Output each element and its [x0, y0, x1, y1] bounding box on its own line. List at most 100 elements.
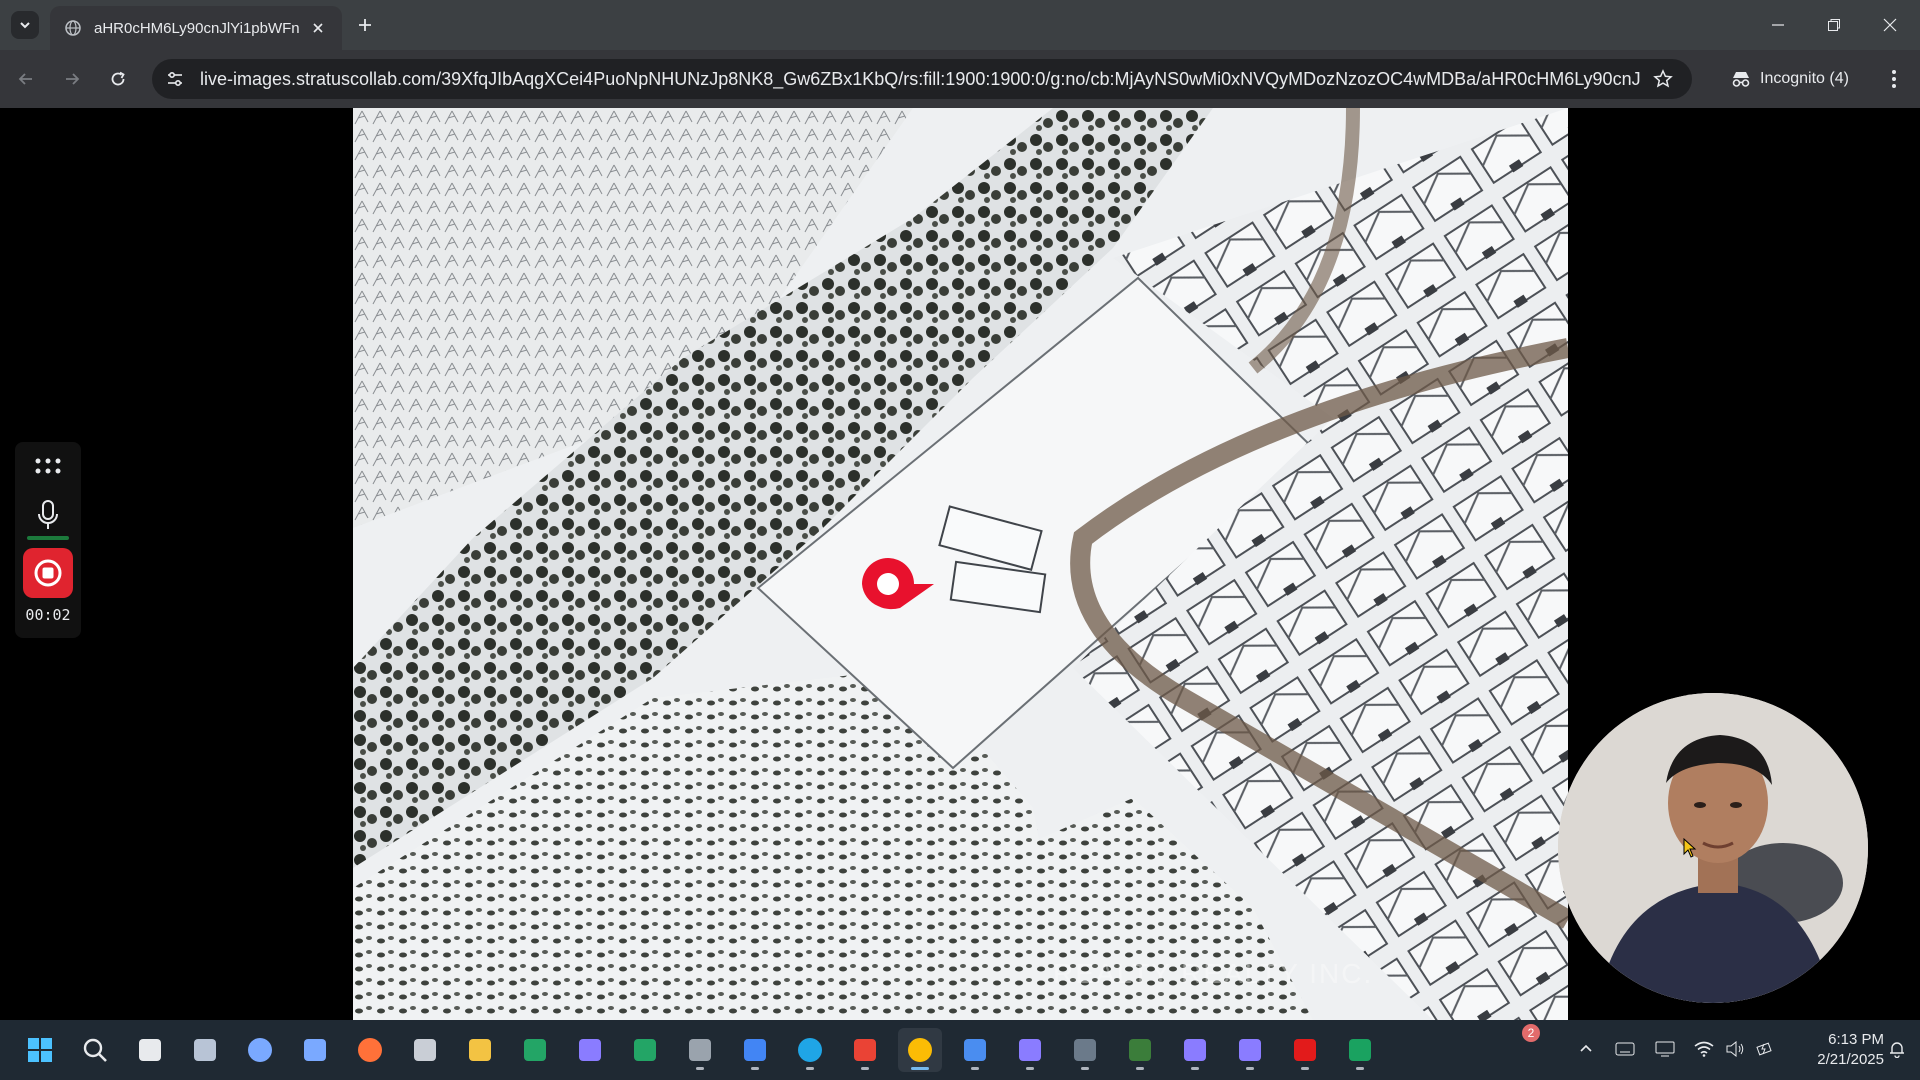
browser-menu-button[interactable] [1878, 63, 1910, 95]
restore-button[interactable] [1806, 0, 1862, 50]
minimize-button[interactable] [1750, 0, 1806, 50]
acrobat-icon [1294, 1039, 1316, 1061]
taskbar-app-task-view[interactable] [128, 1028, 172, 1072]
taskbar-app-sheets[interactable] [513, 1028, 557, 1072]
taskbar-app-toolbar[interactable] [1063, 1028, 1107, 1072]
stop-recording-button[interactable] [23, 548, 73, 598]
taskbar-app-outlook[interactable] [1118, 1028, 1162, 1072]
edge-icon [798, 1038, 822, 1062]
incognito-label: Incognito (4) [1760, 70, 1849, 87]
speaker-icon [1726, 1041, 1744, 1057]
taskbar-app-app[interactable] [568, 1028, 612, 1072]
notifications-button[interactable] [1884, 1036, 1910, 1062]
calendar-icon [964, 1039, 986, 1061]
search-icon [83, 1038, 107, 1062]
forward-button[interactable] [56, 63, 88, 95]
tab-search-button[interactable] [11, 11, 39, 39]
incognito-icon [1732, 72, 1750, 87]
aerial-snow-scene [353, 108, 1568, 1020]
taskbar-app-notes[interactable] [293, 1028, 337, 1072]
tray-overflow-button[interactable] [1573, 1036, 1599, 1062]
bell-icon [1890, 1042, 1904, 1058]
battery-tray-button[interactable] [1752, 1036, 1778, 1062]
taskbar-app-sheets[interactable] [623, 1028, 667, 1072]
app-icon [1019, 1039, 1041, 1061]
new-tab-button[interactable] [352, 12, 378, 38]
sheets-icon [634, 1039, 656, 1061]
recording-timer: 00:02 [25, 606, 71, 624]
running-indicator [1356, 1067, 1364, 1070]
taskbar-app-calendar[interactable] [953, 1028, 997, 1072]
taskbar-app-docs[interactable] [733, 1028, 777, 1072]
taskbar-app-snipping[interactable] [183, 1028, 227, 1072]
running-indicator [1026, 1067, 1034, 1070]
taskbar-app-copilot[interactable] [238, 1028, 282, 1072]
page-viewport: REALTY REALTY INC. 00:02 [0, 108, 1920, 1020]
star-icon [1653, 69, 1673, 88]
taskbar-app-kaspersky[interactable] [1338, 1028, 1382, 1072]
taskbar-app-calculator[interactable] [403, 1028, 447, 1072]
taskbar-clock[interactable]: 6:13 PM 2/21/2025 [1792, 1030, 1884, 1070]
running-indicator [1191, 1067, 1199, 1070]
arrow-right-icon [66, 73, 80, 85]
mouse-cursor-icon [1683, 838, 1697, 858]
volume-tray-button[interactable] [1722, 1036, 1748, 1062]
drag-handle-icon[interactable] [34, 456, 62, 476]
close-window-button[interactable] [1862, 0, 1918, 50]
app-icon [1239, 1039, 1261, 1061]
wifi-tray-button[interactable] [1691, 1036, 1717, 1062]
tab-close-button[interactable] [307, 17, 329, 39]
docs-icon [744, 1039, 766, 1061]
chevron-up-icon [1580, 1044, 1592, 1052]
chrome-icon [908, 1038, 932, 1062]
keyboard-tray-button[interactable] [1612, 1036, 1638, 1062]
taskbar-app-search[interactable] [73, 1028, 117, 1072]
presenter-video [1558, 693, 1868, 1003]
notes-icon [304, 1039, 326, 1061]
location-pin-icon [862, 558, 934, 610]
app-icon [579, 1039, 601, 1061]
taskbar-app-firefox[interactable] [348, 1028, 392, 1072]
bookmark-button[interactable] [1650, 66, 1676, 92]
taskbar-app-gmail[interactable] [843, 1028, 887, 1072]
browser-tab[interactable]: aHR0cHM6Ly90cnJlYi1pbWFnZ [50, 6, 342, 50]
taskbar-app-acrobat[interactable] [1283, 1028, 1327, 1072]
snipping-icon [194, 1039, 216, 1061]
site-info-button[interactable] [162, 66, 188, 92]
windows-start-icon [28, 1038, 52, 1062]
taskbar-app-file-explorer[interactable] [458, 1028, 502, 1072]
display-icon [1655, 1041, 1675, 1057]
running-indicator [806, 1067, 814, 1070]
reload-button[interactable] [102, 63, 134, 95]
taskbar-app-app[interactable] [1228, 1028, 1272, 1072]
battery-charging-icon [1756, 1042, 1772, 1056]
webcam-overlay[interactable] [1558, 693, 1868, 1003]
weather-badge: 2 [1522, 1024, 1540, 1042]
photo-watermark: REALTY REALTY INC. [1053, 958, 1374, 989]
display-tray-button[interactable] [1652, 1036, 1678, 1062]
taskbar-app-media[interactable] [678, 1028, 722, 1072]
copilot-icon [248, 1038, 272, 1062]
running-indicator [971, 1067, 979, 1070]
taskbar-app-windows-start[interactable] [18, 1028, 62, 1072]
back-button[interactable] [10, 63, 42, 95]
address-bar[interactable]: live-images.stratuscollab.com/39XfqJIbAq… [152, 59, 1692, 99]
stop-record-icon [34, 559, 62, 587]
minimize-icon [1772, 24, 1784, 26]
calculator-icon [414, 1039, 436, 1061]
running-indicator [861, 1067, 869, 1070]
tune-icon [168, 71, 182, 87]
taskbar-app-edge[interactable] [788, 1028, 832, 1072]
windows-taskbar: 2 6:13 PM 2/21/2025 [0, 1020, 1920, 1080]
taskbar-app-app[interactable] [1173, 1028, 1217, 1072]
incognito-indicator[interactable]: Incognito (4) [1730, 63, 1849, 95]
close-icon [313, 23, 323, 33]
taskbar-app-chrome[interactable] [898, 1028, 942, 1072]
tab-title: aHR0cHM6Ly90cnJlYi1pbWFnZ [94, 19, 299, 37]
outlook-icon [1129, 1039, 1151, 1061]
mic-level-meter [27, 536, 69, 540]
reload-icon [111, 71, 125, 86]
taskbar-app-app[interactable] [1008, 1028, 1052, 1072]
running-indicator [911, 1067, 929, 1070]
microphone-icon[interactable] [37, 500, 59, 530]
